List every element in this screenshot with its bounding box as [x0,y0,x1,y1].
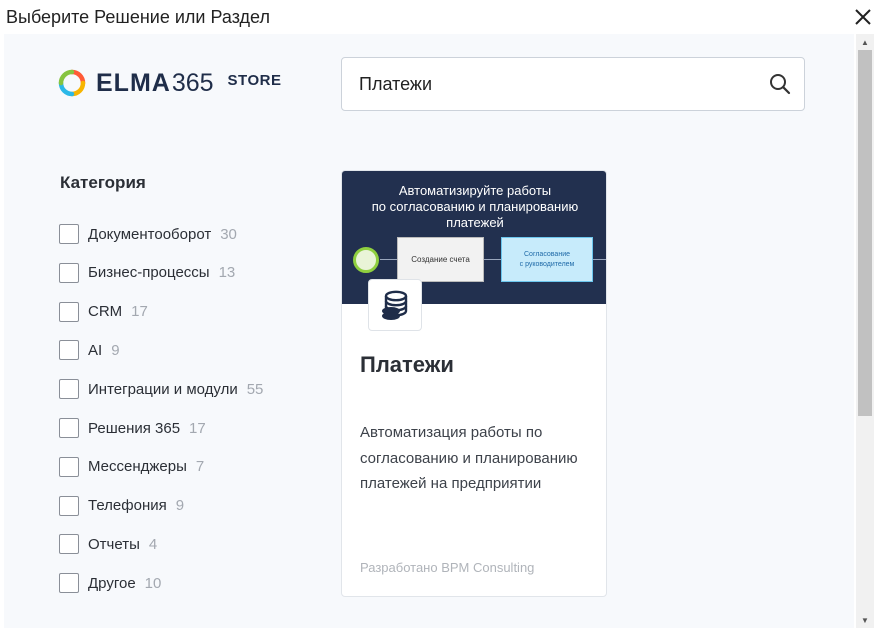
category-label: Телефония [88,497,167,515]
category-item[interactable]: Бизнес-процессы 13 [59,262,236,283]
scroll-thumb[interactable] [858,50,872,416]
solution-card[interactable]: Автоматизируйте работы по согласованию и… [341,170,607,597]
category-checkbox[interactable] [59,456,79,477]
category-label: Отчеты [88,535,140,553]
category-count: 17 [131,303,148,321]
flow-start-event [353,247,379,273]
search-input[interactable] [359,58,759,110]
card-developer: Разработано BPM Consulting [360,560,535,575]
category-label: Интеграции и модули [88,380,238,398]
logo-store: STORE [227,71,282,89]
category-item[interactable]: Решения 365 17 [59,418,206,438]
card-description: Автоматизация работы по согласованию и п… [360,424,578,492]
dialog-title: Выберите Решение или Раздел [6,7,270,27]
category-label: Мессенджеры [88,458,187,476]
flow-step-approval-line: с руководителем [519,260,575,268]
category-count: 4 [148,535,158,553]
category-label: AI [88,341,103,359]
category-checkbox[interactable] [59,262,79,283]
category-count: 17 [189,419,206,437]
title-bar: Выберите Решение или Раздел [0,0,882,34]
scroll-down-arrow-icon[interactable]: ▼ [856,612,874,628]
banner-line: по согласованию и планированию [371,199,579,214]
category-checkbox[interactable] [59,340,79,361]
logo-number: 365 [171,68,214,97]
elma-logo-icon [58,69,86,97]
flow-step-create-invoice: Создание счета [397,237,484,282]
category-checkbox[interactable] [59,301,79,322]
logo-word: ELMA [96,68,171,97]
category-count: 30 [220,225,237,243]
scroll-up-arrow-icon[interactable]: ▲ [856,34,874,50]
solution-picker-dialog: Выберите Решение или Раздел ELMA 365 STO… [0,0,882,635]
category-checkbox[interactable] [59,534,79,555]
category-count: 7 [195,458,205,476]
flow-connector [484,259,501,260]
category-label: Решения 365 [88,419,181,437]
category-checkbox[interactable] [59,573,79,594]
category-item[interactable]: CRM 17 [59,301,148,322]
category-checkbox[interactable] [59,379,79,400]
search-box [341,57,805,111]
category-count: 10 [144,574,162,592]
category-item[interactable]: Другое 10 [59,573,162,594]
banner-line: платежей [446,215,504,230]
category-count: 9 [111,341,120,359]
category-count: 55 [246,380,264,398]
category-title: Категория [60,173,146,192]
vertical-scrollbar[interactable]: ▲ ▼ [856,34,874,628]
coins-icon [368,279,422,331]
coins-icon-glyph [382,290,408,320]
elma-store-logo: ELMA 365 STORE [58,68,281,98]
close-icon[interactable] [853,7,873,27]
category-item[interactable]: Телефония 9 [59,495,185,516]
flow-step-approval-line: Согласование [524,250,570,258]
banner-line: Автоматизируйте работы [398,183,552,198]
category-checkbox[interactable] [59,418,79,438]
category-item[interactable]: Отчеты 4 [59,534,158,555]
category-label: Документооборот [88,225,212,243]
category-item[interactable]: Интеграции и модули 55 [59,379,264,400]
category-label: CRM [88,303,123,321]
banner-text: Автоматизируйте работы по согласованию и… [342,183,606,231]
flow-connector [593,259,606,260]
category-item[interactable]: Мессенджеры 7 [59,456,205,477]
category-checkbox[interactable] [59,224,79,244]
store-content: ELMA 365 STORE Категория Документооборот… [4,34,854,628]
category-label: Бизнес-процессы [88,264,210,282]
category-count: 13 [218,264,236,282]
flow-step-approval: Согласование с руководителем [501,237,593,282]
category-count: 9 [175,497,185,515]
category-label: Другое [88,574,136,592]
category-item[interactable]: Документооборот 30 [59,224,237,244]
card-title: Платежи [360,352,454,377]
category-checkbox[interactable] [59,495,79,516]
category-item[interactable]: AI 9 [59,340,120,361]
flow-connector [380,259,397,260]
search-icon[interactable] [769,73,791,95]
